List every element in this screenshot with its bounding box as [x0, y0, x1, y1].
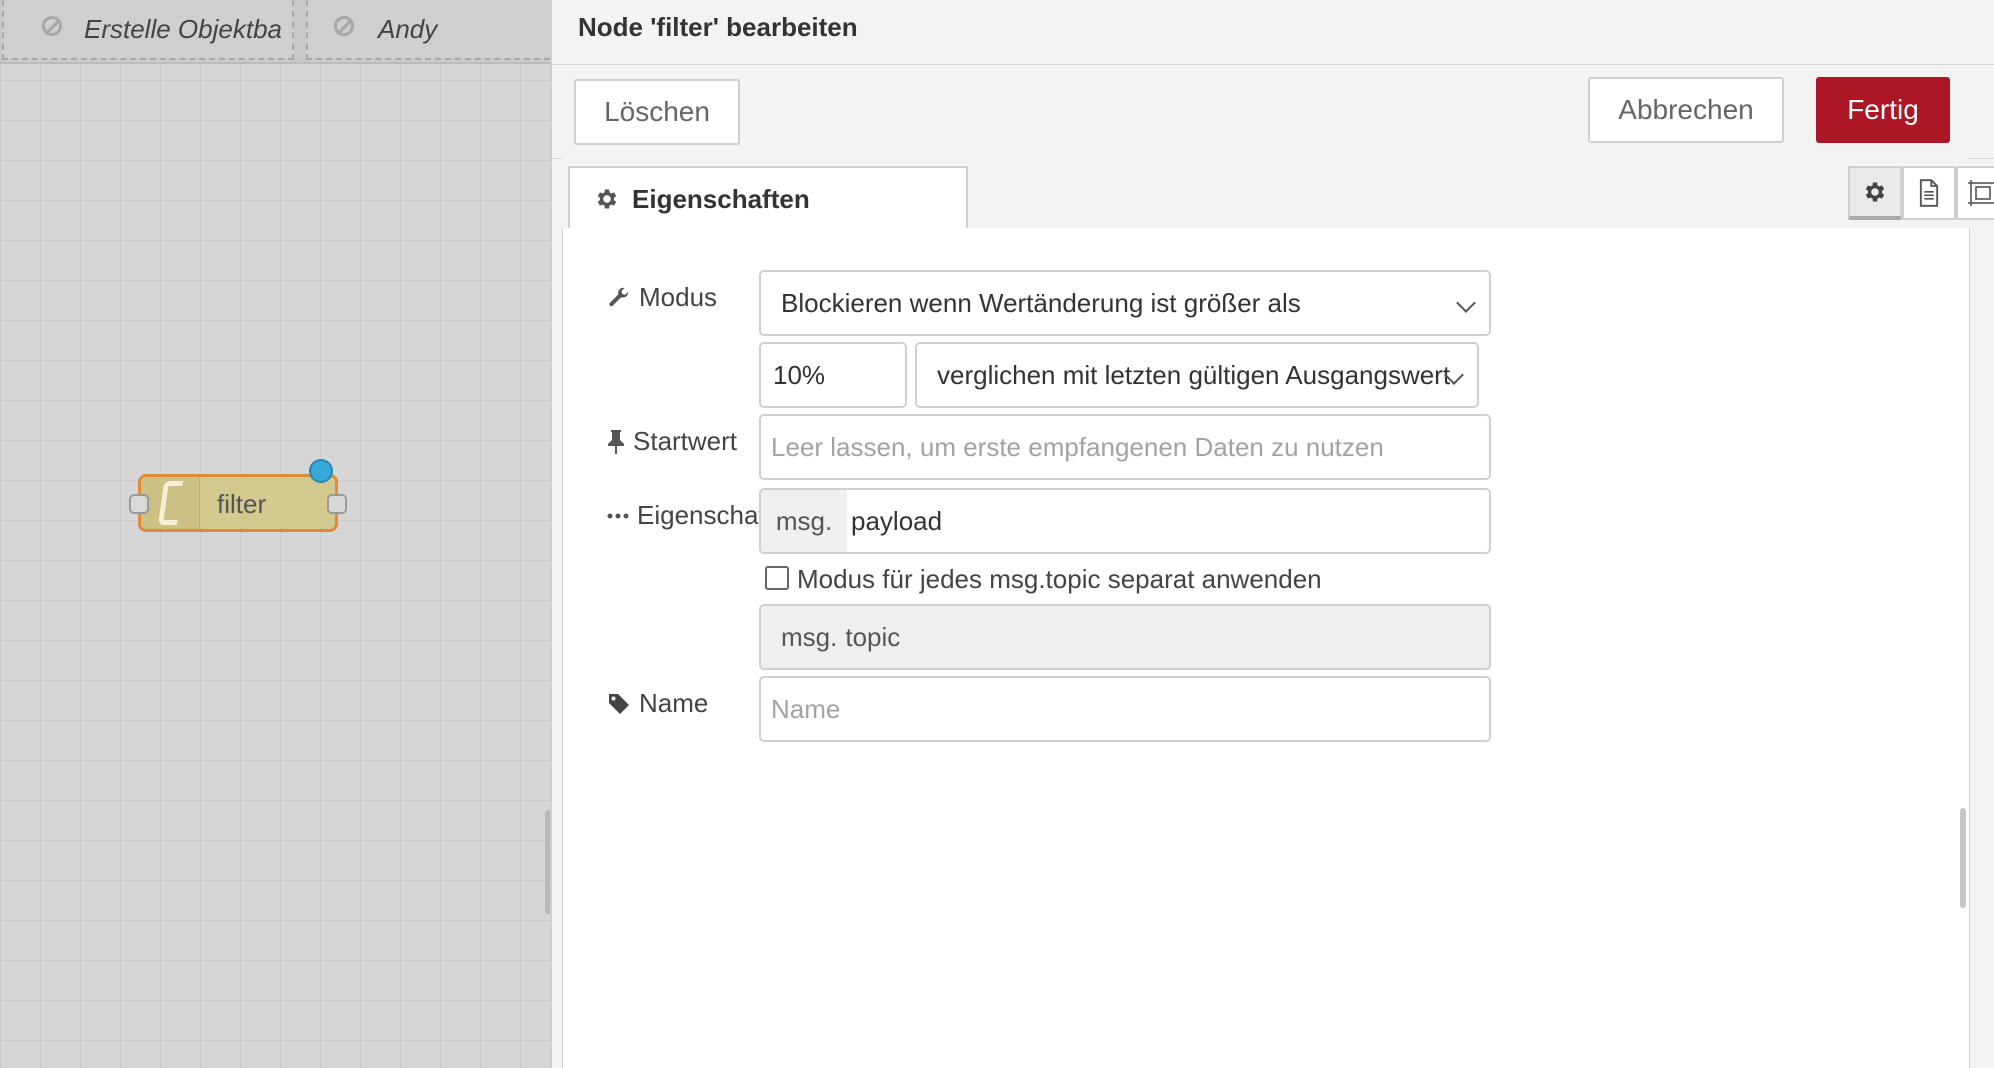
disabled-icon [42, 16, 62, 36]
wrench-icon [609, 287, 629, 306]
tray-header: Node 'filter' bearbeiten [552, 0, 1994, 65]
done-button[interactable]: Fertig [1816, 77, 1950, 143]
property-type-prefix[interactable]: msg. [761, 490, 847, 552]
delete-button[interactable]: Löschen [574, 79, 740, 145]
workspace-tab-label: Andy [378, 13, 438, 44]
workspace-tab-andy[interactable]: Andy [306, 0, 560, 60]
gear-icon [1865, 182, 1885, 202]
filter-node[interactable]: filter [129, 459, 347, 532]
tray-scrollbar[interactable] [1960, 808, 1966, 908]
tab-properties[interactable]: Eigenschaften [568, 166, 968, 230]
name-input[interactable]: Name [759, 676, 1491, 742]
topic-value: topic [845, 621, 901, 652]
filter-node-label: filter [217, 489, 267, 519]
edit-tray: Node 'filter' bearbeiten Löschen Abbrech… [550, 0, 1994, 1068]
properties-panel: Modus Blockieren wenn Wertänderung ist g… [562, 228, 1970, 1068]
mode-label: Modus [607, 282, 717, 313]
pin-icon [608, 429, 624, 454]
tray-title: Node 'filter' bearbeiten [578, 12, 858, 42]
cancel-button[interactable]: Abbrechen [1588, 77, 1784, 143]
property-typed-input[interactable]: msg. payload [759, 488, 1491, 554]
mode-select[interactable]: Blockieren wenn Wertänderung ist größer … [759, 270, 1491, 336]
topic-typed-input: msg. topic [759, 604, 1491, 670]
node-changed-indicator [309, 459, 333, 483]
workspace-tab-disabled[interactable]: Erstelle Objektba [2, 0, 294, 60]
property-value: payload [851, 505, 943, 536]
mode-select-value: Blockieren wenn Wertänderung ist größer … [781, 287, 1301, 318]
tab-properties-label: Eigenschaften [632, 183, 810, 214]
tab-appearance-button[interactable] [1956, 166, 1994, 220]
tab-settings-button[interactable] [1848, 166, 1902, 220]
property-label: Eigenschaft [607, 500, 773, 531]
compare-select-value: verglichen mit letzten gültigen Ausgangs… [937, 359, 1451, 390]
separate-topic-checkbox[interactable] [765, 566, 789, 590]
tray-tabs: Eigenschaften [562, 158, 1994, 230]
tray-toolbar: Löschen Abbrechen Fertig [552, 64, 1994, 159]
start-value-input[interactable]: Leer lassen, um erste empfangenen Daten … [759, 414, 1491, 480]
name-placeholder: Name [771, 693, 841, 724]
threshold-value: 10% [773, 359, 826, 390]
compare-select[interactable]: verglichen mit letzten gültigen Ausgangs… [915, 342, 1479, 408]
node-output-port[interactable] [327, 494, 347, 514]
gear-icon [597, 189, 617, 209]
chevron-down-icon [1456, 293, 1476, 313]
name-label: Name [607, 688, 708, 719]
document-icon [1919, 179, 1939, 207]
disabled-icon [334, 16, 354, 36]
workspace-tab-label: Erstelle Objektba [84, 13, 282, 44]
frame-icon [1968, 180, 1994, 206]
start-label: Startwert [607, 426, 737, 457]
threshold-input[interactable]: 10% [759, 342, 907, 408]
topic-type-prefix: msg. [781, 621, 838, 652]
tab-description-button[interactable] [1902, 166, 1956, 220]
workspace-tab-bar: Erstelle Objektba Andy [0, 0, 560, 64]
start-value-placeholder: Leer lassen, um erste empfangenen Daten … [771, 431, 1384, 462]
filter-node-icon [141, 477, 200, 529]
node-input-port[interactable] [129, 494, 149, 514]
tag-icon [609, 693, 629, 714]
bracket-icon [157, 481, 183, 525]
ellipsis-icon [607, 513, 629, 518]
separate-topic-label: Modus für jedes msg.topic separat anwend… [797, 564, 1322, 594]
